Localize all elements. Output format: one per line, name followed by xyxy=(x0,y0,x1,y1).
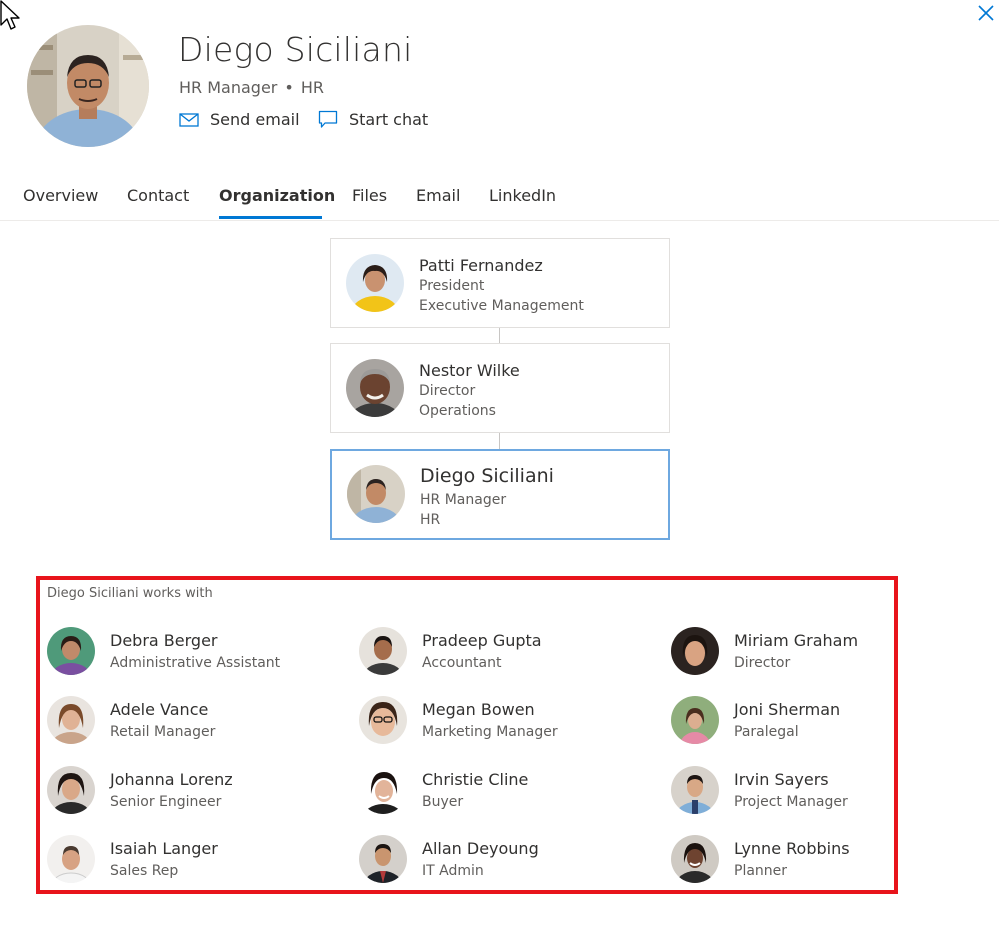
works-with-person[interactable]: Debra Berger Administrative Assistant xyxy=(47,627,337,679)
person-title: Project Manager xyxy=(734,794,848,810)
org-person-department: Executive Management xyxy=(419,298,584,314)
works-with-person[interactable]: Miriam Graham Director xyxy=(671,627,961,679)
avatar xyxy=(671,696,719,744)
works-with-person[interactable]: Joni Sherman Paralegal xyxy=(671,696,961,748)
send-email-label: Send email xyxy=(210,110,300,129)
works-with-person[interactable]: Johanna Lorenz Senior Engineer xyxy=(47,766,337,818)
person-title: Retail Manager xyxy=(110,724,216,740)
person-title: Planner xyxy=(734,863,788,879)
mouse-cursor-icon xyxy=(0,0,20,32)
person-name: Debra Berger xyxy=(110,631,218,650)
person-name: Irvin Sayers xyxy=(734,770,829,789)
active-tab-indicator xyxy=(219,216,322,219)
avatar xyxy=(359,627,407,675)
profile-department: HR xyxy=(300,78,324,97)
person-title: Buyer xyxy=(422,794,464,810)
tab-linkedin[interactable]: LinkedIn xyxy=(489,186,556,205)
org-person-title: HR Manager xyxy=(420,492,507,508)
org-person-name: Diego Siciliani xyxy=(420,465,554,487)
works-with-person[interactable]: Isaiah Langer Sales Rep xyxy=(47,835,337,887)
tab-overview[interactable]: Overview xyxy=(23,186,98,205)
profile-tabs: Overview Contact Organization Files Emai… xyxy=(0,174,999,221)
mail-icon xyxy=(179,112,199,127)
avatar xyxy=(47,835,95,883)
person-title: Director xyxy=(734,655,791,671)
person-title: Paralegal xyxy=(734,724,799,740)
avatar xyxy=(359,835,407,883)
works-with-person[interactable]: Christie Cline Buyer xyxy=(359,766,649,818)
profile-name: Diego Siciliani xyxy=(178,30,413,69)
profile-subtitle: HR Manager • HR xyxy=(179,78,324,97)
close-button[interactable] xyxy=(975,2,997,24)
person-title: Marketing Manager xyxy=(422,724,558,740)
org-person-name: Patti Fernandez xyxy=(419,256,543,275)
org-card-manager[interactable]: Nestor Wilke Director Operations xyxy=(330,343,670,433)
org-person-department: HR xyxy=(420,512,441,528)
avatar xyxy=(347,465,405,523)
avatar xyxy=(671,835,719,883)
person-title: Administrative Assistant xyxy=(110,655,281,671)
person-name: Pradeep Gupta xyxy=(422,631,542,650)
works-with-label: Diego Siciliani works with xyxy=(47,586,213,601)
person-name: Johanna Lorenz xyxy=(110,770,233,789)
start-chat-button[interactable]: Start chat xyxy=(318,110,428,129)
avatar xyxy=(346,359,404,417)
works-with-person[interactable]: Pradeep Gupta Accountant xyxy=(359,627,649,679)
org-person-title: Director xyxy=(419,383,476,399)
works-with-person[interactable]: Megan Bowen Marketing Manager xyxy=(359,696,649,748)
org-card-manager-top[interactable]: Patti Fernandez President Executive Mana… xyxy=(330,238,670,328)
person-title: IT Admin xyxy=(422,863,484,879)
works-with-person[interactable]: Allan Deyoung IT Admin xyxy=(359,835,649,887)
avatar xyxy=(47,627,95,675)
tab-email[interactable]: Email xyxy=(416,186,460,205)
person-title: Senior Engineer xyxy=(110,794,222,810)
separator-dot: • xyxy=(284,78,294,97)
person-title: Accountant xyxy=(422,655,502,671)
avatar xyxy=(671,627,719,675)
person-name: Isaiah Langer xyxy=(110,839,218,858)
person-name: Christie Cline xyxy=(422,770,529,789)
works-with-person[interactable]: Adele Vance Retail Manager xyxy=(47,696,337,748)
close-icon xyxy=(978,5,994,21)
tab-organization[interactable]: Organization xyxy=(219,186,335,205)
org-person-name: Nestor Wilke xyxy=(419,361,520,380)
avatar xyxy=(671,766,719,814)
person-name: Joni Sherman xyxy=(734,700,841,719)
send-email-button[interactable]: Send email xyxy=(179,110,300,129)
chat-icon xyxy=(318,110,338,128)
org-connector-line xyxy=(499,328,500,344)
org-person-department: Operations xyxy=(419,403,496,419)
org-person-title: President xyxy=(419,278,485,294)
person-name: Lynne Robbins xyxy=(734,839,850,858)
works-with-person[interactable]: Lynne Robbins Planner xyxy=(671,835,961,887)
person-name: Allan Deyoung xyxy=(422,839,539,858)
start-chat-label: Start chat xyxy=(349,110,429,129)
avatar xyxy=(47,766,95,814)
tab-files[interactable]: Files xyxy=(352,186,387,205)
profile-avatar xyxy=(27,25,149,147)
works-with-person[interactable]: Irvin Sayers Project Manager xyxy=(671,766,961,818)
profile-title: HR Manager xyxy=(179,78,278,97)
avatar xyxy=(359,766,407,814)
avatar xyxy=(346,254,404,312)
tab-contact[interactable]: Contact xyxy=(127,186,189,205)
person-name: Miriam Graham xyxy=(734,631,859,650)
person-name: Megan Bowen xyxy=(422,700,535,719)
person-name: Adele Vance xyxy=(110,700,209,719)
org-connector-line xyxy=(499,433,500,449)
avatar xyxy=(359,696,407,744)
org-card-current-user[interactable]: Diego Siciliani HR Manager HR xyxy=(330,449,670,540)
avatar xyxy=(47,696,95,744)
person-title: Sales Rep xyxy=(110,863,179,879)
